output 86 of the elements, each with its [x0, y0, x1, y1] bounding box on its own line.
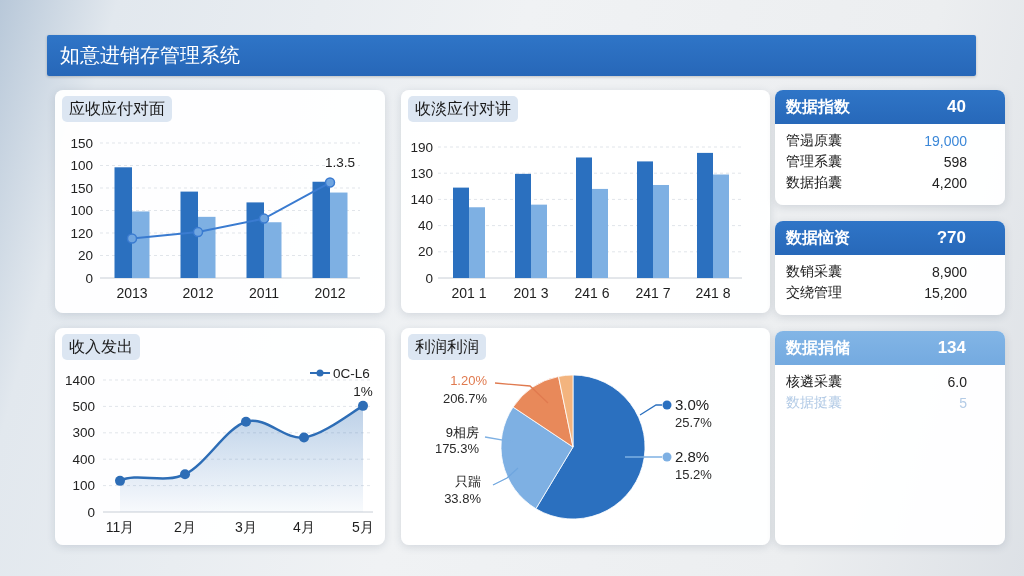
legend-label: 0C-L6 — [333, 365, 370, 381]
x-tick-label: 241 6 — [574, 285, 610, 301]
y-tick-label: 100 — [70, 158, 93, 173]
x-tick-label: 241 8 — [695, 285, 731, 301]
stat-value: 5 — [959, 395, 967, 411]
card-title: 利润利润 — [408, 334, 486, 360]
stat-card-title: 数据恼资 — [786, 227, 850, 248]
x-tick-label: 2012 — [314, 285, 346, 301]
card-title: 收入发出 — [62, 334, 140, 360]
card-title: 应收应付对面 — [62, 96, 172, 122]
y-tick-label: 20 — [417, 244, 433, 260]
data-point — [192, 226, 204, 238]
y-tick-label: 0 — [425, 270, 433, 286]
y-tick-label: 140 — [410, 191, 433, 207]
stat-value: 4,200 — [931, 175, 967, 191]
callout-label: 3.0% — [675, 396, 710, 413]
legend-marker-icon — [309, 369, 331, 377]
x-tick-label: 2月 — [174, 519, 196, 535]
data-point — [358, 400, 368, 411]
leader-line — [639, 404, 663, 416]
y-tick-label: 120 — [70, 225, 93, 241]
data-point — [126, 233, 138, 244]
stat-card-value: 134 — [937, 338, 966, 358]
bar — [469, 207, 485, 278]
y-tick-label: 100 — [70, 203, 93, 218]
stat-card-value: ?70 — [936, 228, 966, 248]
x-tick-label: 4月 — [293, 519, 315, 535]
data-point — [180, 469, 190, 480]
y-tick-label: 150 — [70, 135, 93, 151]
y-tick-label: 100 — [72, 478, 95, 494]
x-tick-label: 3月 — [235, 519, 257, 535]
y-tick-label: 150 — [70, 180, 93, 196]
y-tick-label: 500 — [72, 398, 95, 414]
stat-value: 8,900 — [931, 264, 967, 280]
callout-label: 2.8% — [675, 448, 710, 465]
callout-value: 33.8% — [444, 491, 481, 506]
callout-value: 175.3% — [434, 441, 479, 456]
bar — [264, 222, 282, 278]
callout-label: 只踹 — [455, 474, 481, 489]
y-tick-label: 400 — [72, 451, 95, 467]
stat-value: 598 — [943, 154, 967, 170]
callout-label: 9相房 — [445, 425, 479, 440]
y-tick-label: 0 — [87, 504, 95, 520]
data-point — [299, 432, 309, 443]
stat-card-title: 数据捐储 — [786, 337, 850, 358]
y-tick-label: 300 — [72, 425, 95, 441]
stat-label: 核遴采囊 — [786, 373, 842, 391]
stat-value: 6.0 — [947, 374, 967, 390]
x-tick-label: 241 7 — [635, 285, 671, 301]
stat-label: 数销采囊 — [786, 263, 842, 281]
app-title: 如意进销存管理系统 — [47, 35, 976, 76]
x-tick-label: 2011 — [248, 285, 280, 301]
x-tick-label: 201 1 — [451, 285, 487, 301]
stat-card-value: 40 — [947, 97, 966, 117]
y-tick-label: 0 — [85, 270, 93, 286]
x-tick-label: 5月 — [352, 519, 374, 535]
data-point — [241, 416, 251, 427]
y-tick-label: 190 — [410, 139, 433, 155]
stat-label: 交绕管理 — [786, 284, 842, 302]
y-tick-label: 20 — [77, 248, 93, 263]
stat-label: 管理系囊 — [786, 153, 842, 171]
stat-value: 15,200 — [924, 285, 967, 301]
x-tick-label: 11月 — [105, 519, 135, 535]
stat-card-title: 数据指数 — [786, 96, 850, 117]
stat-label: 数据掐囊 — [786, 174, 842, 192]
x-tick-label: 2013 — [116, 285, 148, 301]
callout-label: 1.20% — [450, 373, 487, 388]
x-tick-label: 2012 — [182, 285, 214, 301]
data-point — [115, 475, 125, 486]
callout-value: 206.7% — [442, 391, 487, 406]
y-tick-label: 40 — [417, 218, 433, 234]
callout-value: 15.2% — [675, 467, 712, 482]
stat-label: 数据挺囊 — [786, 394, 842, 412]
annotation-label: 1.3.5 — [325, 154, 355, 170]
y-tick-label: 1400 — [64, 372, 95, 388]
leader-line — [624, 456, 663, 458]
x-tick-label: 201 3 — [513, 285, 549, 301]
y-tick-label: 130 — [410, 165, 433, 181]
annotation-label: 1% — [353, 383, 373, 399]
callout-value: 25.7% — [675, 415, 712, 430]
stat-value: 19,000 — [924, 133, 967, 149]
card-title: 收淡应付对讲 — [408, 96, 518, 122]
bar — [198, 216, 216, 278]
data-point — [324, 177, 336, 188]
data-point — [258, 213, 270, 224]
stat-label: 管遢原囊 — [786, 132, 842, 150]
